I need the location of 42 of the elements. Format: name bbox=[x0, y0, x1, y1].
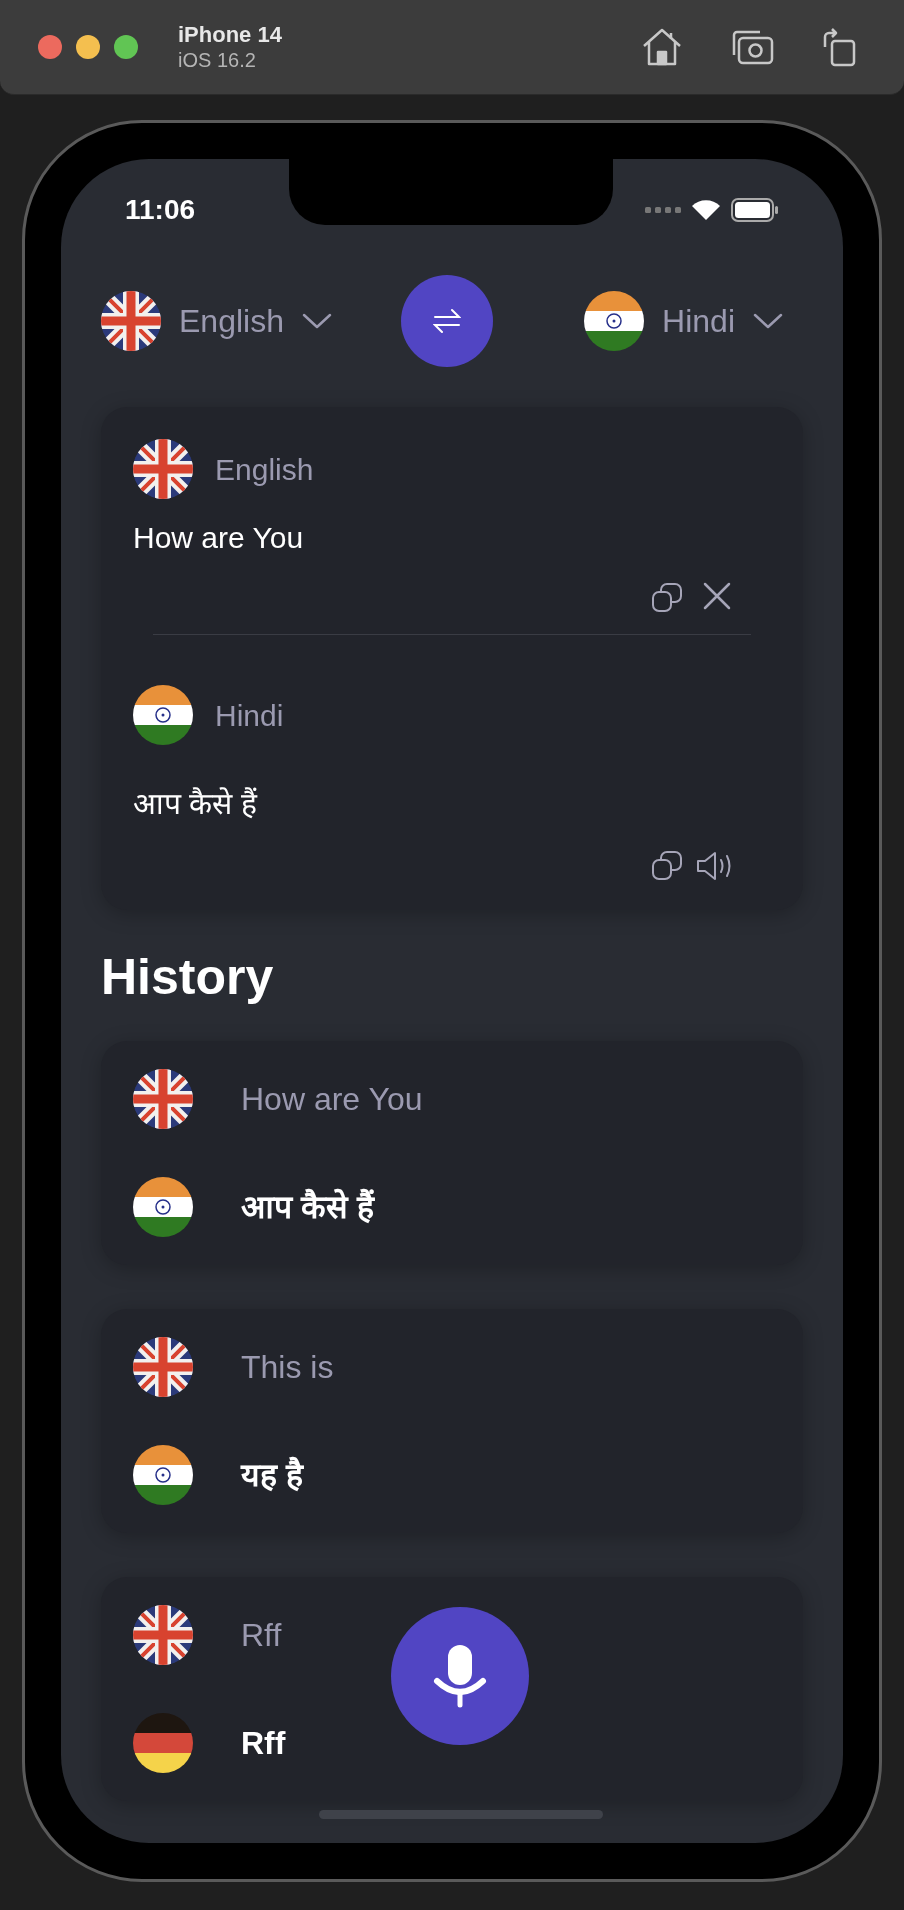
copy-icon[interactable] bbox=[651, 582, 683, 614]
language-picker[interactable]: English bbox=[101, 291, 332, 351]
history-source-text: Rff bbox=[241, 1615, 282, 1655]
history-translated-text: आप कैसे हैं bbox=[241, 1187, 374, 1227]
status-time: 11:06 bbox=[125, 193, 196, 227]
microphone-icon bbox=[432, 1643, 488, 1709]
flag-icon bbox=[133, 1176, 193, 1237]
history-source-text: This is bbox=[241, 1347, 334, 1387]
home-icon[interactable] bbox=[642, 28, 682, 66]
zoom-window-button[interactable] bbox=[114, 35, 138, 59]
language-picker[interactable]: Hindi bbox=[584, 291, 783, 351]
source-text-field[interactable]: How are You bbox=[133, 515, 771, 560]
history-source-text: How are You bbox=[241, 1079, 423, 1119]
history-translated-text: Rff bbox=[241, 1723, 286, 1763]
history-card[interactable]: This is यह है bbox=[101, 1308, 803, 1533]
flag-icon bbox=[101, 291, 161, 351]
source-language-label: English bbox=[215, 451, 314, 488]
flag-icon bbox=[133, 685, 193, 745]
chevron-down-icon bbox=[301, 312, 332, 330]
close-window-button[interactable] bbox=[38, 35, 62, 59]
rotate-icon[interactable] bbox=[822, 27, 856, 67]
os-version: iOS 16.2 bbox=[178, 48, 257, 74]
history-card[interactable]: Rff Rff bbox=[101, 1576, 803, 1801]
wifi-icon bbox=[691, 199, 721, 221]
flag-icon bbox=[584, 291, 645, 351]
battery-icon bbox=[731, 198, 779, 222]
history-translated-text: यह है bbox=[241, 1455, 303, 1495]
target-language-label: Hindi bbox=[215, 697, 284, 734]
flag-icon bbox=[133, 1444, 193, 1505]
signal-icon bbox=[645, 206, 681, 214]
history-card[interactable]: How are You आप कैसे हैं bbox=[101, 1040, 803, 1265]
flag-icon bbox=[133, 439, 193, 499]
screenshot-icon[interactable] bbox=[730, 29, 774, 65]
history-heading: History bbox=[100, 948, 275, 1007]
close-icon[interactable] bbox=[703, 582, 731, 610]
device-name: iPhone 14 bbox=[178, 20, 282, 49]
minimize-window-button[interactable] bbox=[76, 35, 100, 59]
translated-text: आप कैसे हैं bbox=[133, 786, 259, 822]
chevron-down-icon bbox=[753, 312, 783, 330]
flag-icon bbox=[133, 1712, 193, 1773]
copy-icon[interactable] bbox=[651, 850, 683, 882]
swap-icon bbox=[433, 308, 461, 334]
